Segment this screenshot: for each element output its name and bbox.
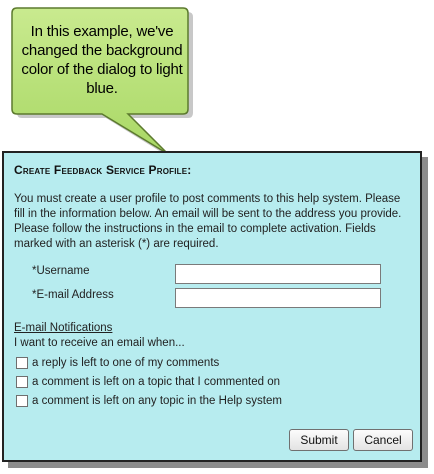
notify-any-topic-option[interactable]: a comment is left on any topic in the He…	[16, 393, 282, 409]
notify-reply-label[interactable]: a reply is left to one of my comments	[32, 357, 219, 369]
callout-text: In this example, we've changed the backg…	[21, 23, 183, 97]
notify-any-topic-checkbox[interactable]	[16, 395, 28, 407]
email-input[interactable]	[175, 288, 381, 308]
feedback-profile-dialog: Create Feedback Service Profile: You mus…	[2, 151, 422, 462]
notify-any-topic-label[interactable]: a comment is left on any topic in the He…	[32, 395, 282, 407]
notify-commented-topic-option[interactable]: a comment is left on a topic that I comm…	[16, 374, 280, 390]
dialog-title: Create Feedback Service Profile:	[14, 163, 192, 177]
notify-commented-topic-checkbox[interactable]	[16, 376, 28, 388]
dialog-intro-text: You must create a user profile to post c…	[14, 193, 402, 250]
notify-reply-option[interactable]: a reply is left to one of my comments	[16, 355, 219, 371]
cancel-button[interactable]: Cancel	[353, 429, 413, 451]
submit-button[interactable]: Submit	[289, 429, 349, 451]
screenshot-stage: In this example, we've changed the backg…	[0, 0, 434, 474]
username-input[interactable]	[175, 264, 381, 284]
notify-reply-checkbox[interactable]	[16, 357, 28, 369]
email-notifications-subheading: I want to receive an email when...	[14, 337, 185, 349]
email-notifications-link[interactable]: E-mail Notifications	[14, 322, 112, 334]
username-label: *Username	[32, 265, 90, 277]
notify-commented-topic-label[interactable]: a comment is left on a topic that I comm…	[32, 376, 280, 388]
email-label: *E-mail Address	[32, 289, 114, 301]
